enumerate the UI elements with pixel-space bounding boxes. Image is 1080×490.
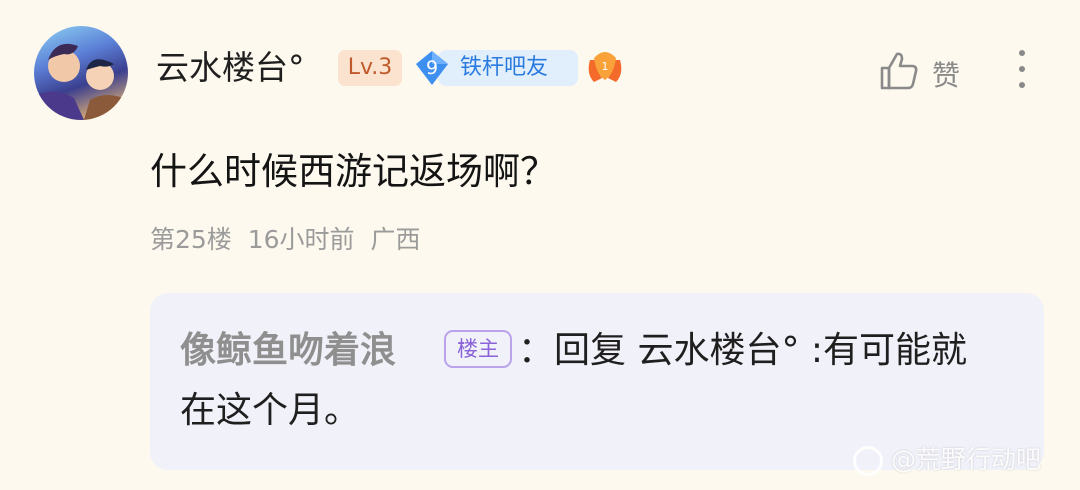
like-label: 赞 bbox=[932, 59, 961, 92]
username[interactable]: 云水楼台° bbox=[156, 46, 305, 90]
watermark-text: @荒野行动吧 bbox=[891, 445, 1042, 474]
fan-level-number: 9 bbox=[425, 57, 439, 79]
fan-level-icon: 9 bbox=[414, 50, 450, 86]
level-badge: Lv.3 bbox=[338, 50, 402, 86]
reply-author[interactable]: 像鲸鱼吻着浪 bbox=[180, 330, 396, 371]
post-content: 什么时候西游记返场啊？ bbox=[150, 150, 557, 193]
more-vertical-icon[interactable] bbox=[1010, 50, 1034, 94]
fan-title: 铁杆吧友 bbox=[460, 55, 549, 80]
post-meta: 第25楼 16小时前 广西 bbox=[150, 222, 420, 258]
fan-badge: 铁杆吧友 9 bbox=[412, 48, 578, 88]
post-time: 16小时前 bbox=[247, 225, 355, 254]
floor-number: 第25楼 bbox=[150, 225, 232, 254]
reply-text: 像鲸鱼吻着浪 楼主 ：回复 云水楼台° :有可能就在这个月。 bbox=[180, 321, 1000, 441]
watermark: @荒野行动吧 bbox=[853, 438, 1041, 482]
watermark-icon bbox=[853, 446, 883, 476]
svg-text:1: 1 bbox=[602, 60, 609, 73]
thumbs-up-icon bbox=[880, 52, 918, 90]
owner-badge: 楼主 bbox=[444, 330, 513, 368]
medal-icon: 1 bbox=[584, 48, 626, 88]
avatar[interactable] bbox=[34, 26, 128, 120]
like-button[interactable]: 赞 bbox=[878, 48, 978, 94]
post-location: 广西 bbox=[370, 225, 421, 254]
